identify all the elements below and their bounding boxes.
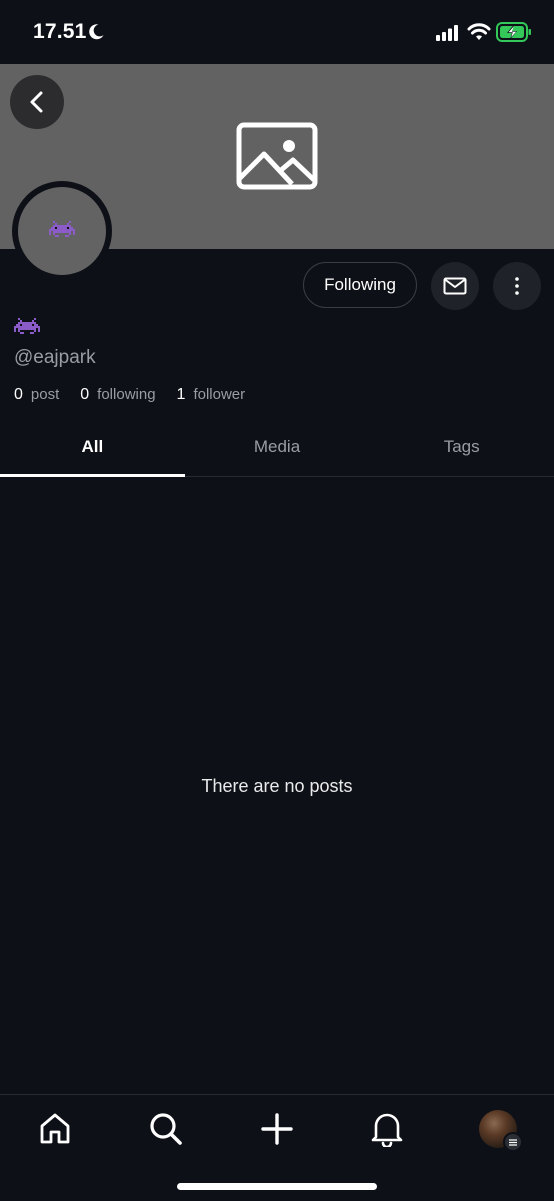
image-placeholder-icon	[236, 122, 318, 190]
message-button[interactable]	[431, 262, 479, 310]
stat-posts-count: 0	[14, 386, 23, 403]
nav-create[interactable]	[255, 1107, 299, 1151]
nav-search[interactable]	[144, 1107, 188, 1151]
home-icon	[40, 1113, 70, 1144]
menu-badge-icon	[503, 1132, 523, 1152]
nav-notifications[interactable]	[365, 1107, 409, 1151]
tab-tags[interactable]: Tags	[369, 418, 554, 476]
profile-stats: 0 post 0 following 1 follower	[14, 386, 245, 404]
profile-avatar	[479, 1110, 523, 1152]
stat-following-label: following	[97, 386, 156, 403]
profile-tabs: All Media Tags	[0, 418, 554, 477]
display-name	[14, 318, 40, 344]
stat-following-count: 0	[80, 386, 90, 403]
profile-handle: @eajpark	[14, 347, 96, 368]
bell-icon	[371, 1113, 403, 1147]
search-icon	[150, 1113, 182, 1145]
status-bar: 17.51	[0, 0, 554, 64]
stat-followers-label: follower	[193, 386, 246, 403]
tab-all[interactable]: All	[0, 418, 185, 477]
stat-posts-label: post	[30, 386, 60, 403]
bottom-nav	[0, 1094, 554, 1201]
nav-home[interactable]	[33, 1107, 77, 1151]
home-indicator	[177, 1183, 377, 1190]
more-options-button[interactable]	[493, 262, 541, 310]
avatar[interactable]	[12, 181, 112, 281]
more-vertical-icon	[515, 277, 519, 295]
nav-profile[interactable]	[476, 1107, 523, 1152]
wifi-icon	[467, 23, 491, 40]
alien-monster-icon	[14, 318, 40, 334]
back-button[interactable]	[10, 75, 64, 129]
stat-followers[interactable]: 1 follower	[177, 386, 246, 404]
empty-feed-message: There are no posts	[201, 776, 353, 796]
tab-media[interactable]: Media	[185, 418, 370, 476]
following-button[interactable]: Following	[303, 262, 417, 308]
stat-following[interactable]: 0 following	[80, 386, 155, 404]
moon-icon	[89, 24, 104, 40]
status-time: 17.51	[33, 20, 87, 43]
avatar-image	[18, 187, 106, 275]
stat-followers-count: 1	[176, 386, 186, 403]
plus-icon	[261, 1113, 293, 1145]
envelope-icon	[443, 277, 467, 295]
stat-posts[interactable]: 0 post	[14, 386, 59, 404]
battery-charging-icon	[496, 22, 531, 42]
chevron-left-icon	[30, 91, 43, 113]
signal-icon	[436, 25, 458, 41]
alien-monster-icon	[49, 221, 75, 237]
